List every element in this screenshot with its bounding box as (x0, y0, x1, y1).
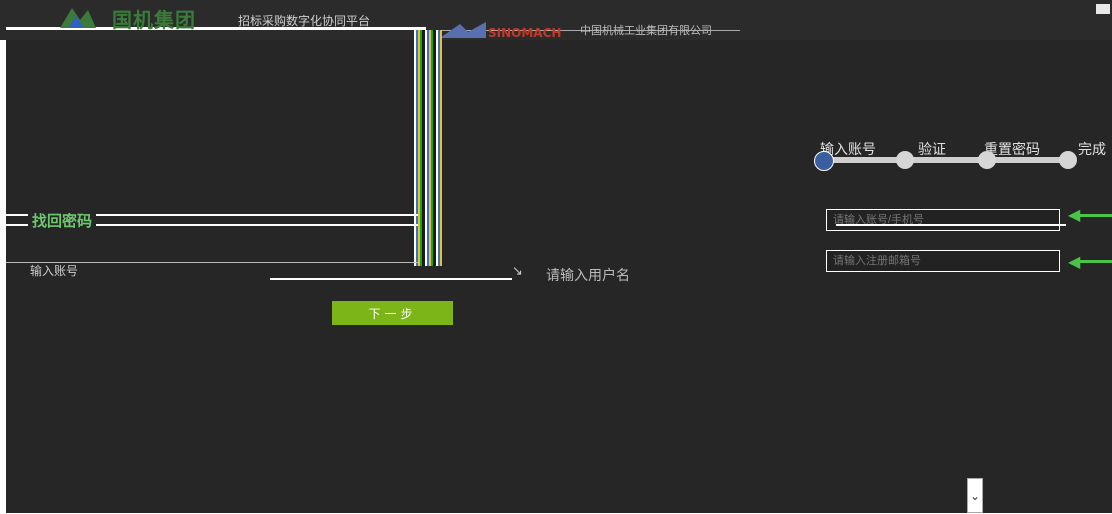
step-dot (978, 151, 996, 169)
brand-subtitle: 招标采购数字化协同平台 (238, 14, 371, 28)
arrow-bar (1078, 260, 1112, 263)
arrow-bar (1078, 214, 1112, 217)
brand-logo-icon (60, 8, 96, 28)
step-label-complete: 完成 (1078, 142, 1106, 158)
decorative-stripes (414, 30, 442, 266)
step-dot (1059, 151, 1077, 169)
panel-title: 找回密码 (28, 210, 97, 231)
hint-arrow-icon: ↘ (512, 264, 523, 279)
account-label: 输入账号 (30, 264, 79, 278)
step-progress-track (825, 157, 1075, 163)
window-corner (1096, 4, 1110, 14)
account-hint: 请输入用户名 (546, 268, 630, 284)
company-name: 中国机械工业集团有限公司 (580, 24, 712, 37)
next-button[interactable]: 下一步 (332, 301, 453, 325)
account-phone-input[interactable] (826, 209, 1060, 231)
brand-title: 国机集团 (112, 8, 196, 32)
input-underline (836, 224, 1066, 226)
step-dot-active (814, 151, 834, 171)
email-input[interactable] (826, 250, 1060, 272)
account-input[interactable] (270, 262, 512, 280)
step-label-verify: 验证 (918, 142, 946, 158)
sinomach-wordmark: SINOMACH (488, 26, 562, 40)
sinomach-logo-icon (440, 22, 486, 38)
chevron-down-icon[interactable]: ⌄ (967, 478, 983, 513)
step-dot (896, 151, 914, 169)
